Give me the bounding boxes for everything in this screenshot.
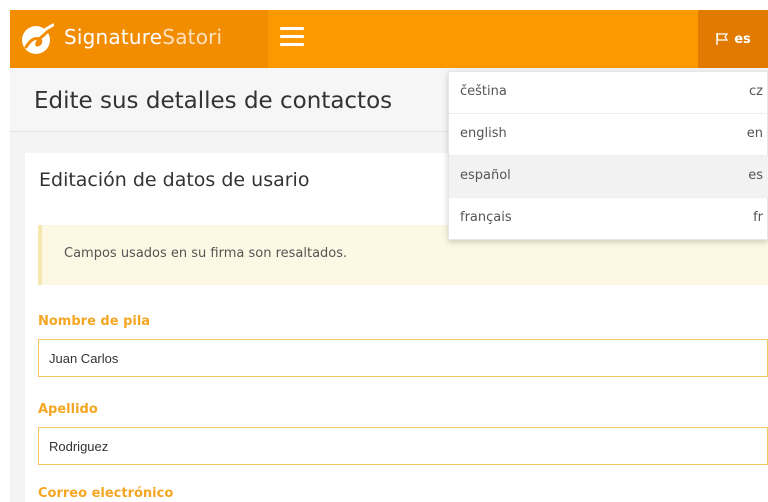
brand[interactable]: SignatureSatori xyxy=(10,10,268,68)
brand-name: SignatureSatori xyxy=(64,25,222,49)
language-dropdown: čeština cz english en español es françai… xyxy=(448,71,768,240)
language-option-es[interactable]: español es xyxy=(449,156,768,198)
menu-toggle-icon[interactable] xyxy=(280,27,304,49)
language-option-name: français xyxy=(460,210,512,225)
language-option-code: en xyxy=(746,126,763,141)
language-option-name: español xyxy=(460,168,511,183)
card-title: Editación de datos de usario xyxy=(39,169,310,191)
language-option-code: fr xyxy=(753,210,763,225)
language-option-fr[interactable]: français fr xyxy=(449,198,768,240)
flag-icon xyxy=(716,33,729,45)
page-title: Edite sus detalles de contactos xyxy=(34,88,393,114)
signature-logo-icon xyxy=(22,23,54,54)
alert-text: Campos usados en su firma son resaltados… xyxy=(64,246,348,261)
brand-name-light: Satori xyxy=(162,25,223,49)
last-name-field[interactable] xyxy=(38,427,768,465)
language-option-en[interactable]: english en xyxy=(449,114,768,156)
email-label: Correo electrónico xyxy=(38,486,174,501)
language-toggle-label: es xyxy=(734,31,751,47)
first-name-field[interactable] xyxy=(38,339,768,377)
brand-name-main: Signature xyxy=(64,25,163,49)
language-option-name: english xyxy=(460,126,507,141)
language-toggle-button[interactable]: es xyxy=(698,10,768,68)
first-name-label: Nombre de pila xyxy=(38,314,151,329)
language-option-cz[interactable]: čeština cz xyxy=(449,72,768,114)
language-option-name: čeština xyxy=(460,84,507,99)
language-option-code: cz xyxy=(749,84,763,99)
last-name-label: Apellido xyxy=(38,402,98,417)
top-navbar: SignatureSatori es xyxy=(10,10,768,68)
language-option-code: es xyxy=(748,168,763,183)
